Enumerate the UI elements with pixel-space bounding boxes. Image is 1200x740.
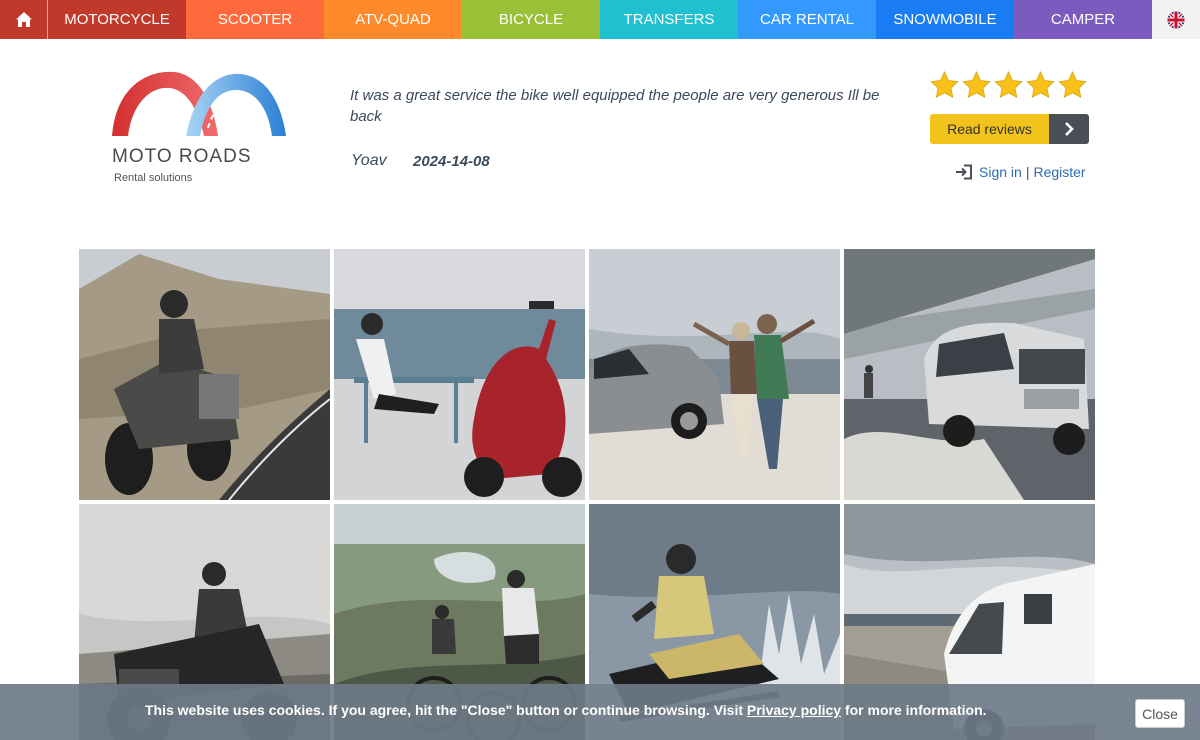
rating-stars bbox=[929, 70, 1088, 101]
logo-wordmark: MOTO ROADS bbox=[112, 146, 252, 167]
read-reviews-button[interactable]: Read reviews bbox=[930, 114, 1089, 144]
logo-tagline: Rental solutions bbox=[114, 172, 193, 184]
auth-separator: | bbox=[1025, 164, 1030, 180]
language-selector[interactable] bbox=[1152, 0, 1200, 39]
auth-links: Sign in | Register bbox=[955, 164, 1086, 180]
nav-motorcycle[interactable]: MOTORCYCLE bbox=[48, 0, 186, 39]
cookie-text-after: for more information. bbox=[841, 702, 987, 718]
nav-transfers[interactable]: TRANSFERS bbox=[600, 0, 738, 39]
sign-in-icon bbox=[956, 164, 972, 180]
privacy-policy-link[interactable]: Privacy policy bbox=[747, 702, 841, 718]
register-link[interactable]: Register bbox=[1033, 164, 1085, 180]
nav-atv-quad[interactable]: ATV-QUAD bbox=[324, 0, 462, 39]
gallery-tile-motorcycle[interactable] bbox=[79, 249, 330, 500]
moto-roads-logo[interactable]: MOTO ROADS Rental solutions bbox=[108, 66, 294, 190]
gallery-tile-car[interactable] bbox=[589, 249, 840, 500]
cookie-close-button[interactable]: Close bbox=[1135, 699, 1185, 728]
star-icon bbox=[1026, 71, 1055, 98]
gallery-tile-van[interactable] bbox=[844, 249, 1095, 500]
nav-car-rental[interactable]: CAR RENTAL bbox=[738, 0, 876, 39]
review-quote: It was a great service the bike well equ… bbox=[350, 87, 880, 125]
star-icon bbox=[1058, 71, 1087, 98]
star-icon bbox=[994, 71, 1023, 98]
uk-flag-icon bbox=[1167, 11, 1185, 28]
home-icon bbox=[15, 12, 32, 27]
nav-snowmobile[interactable]: SNOWMOBILE bbox=[876, 0, 1014, 39]
cookie-banner: This website uses cookies. If you agree,… bbox=[0, 684, 1200, 740]
star-icon bbox=[930, 71, 959, 98]
review-author: Yoav bbox=[351, 152, 387, 169]
nav-scooter[interactable]: SCOOTER bbox=[186, 0, 324, 39]
read-reviews-label: Read reviews bbox=[930, 114, 1049, 144]
cookie-text-before: This website uses cookies. If you agree,… bbox=[145, 702, 747, 718]
chevron-right-icon bbox=[1049, 114, 1089, 144]
sign-in-link[interactable]: Sign in bbox=[979, 164, 1022, 180]
top-navigation: MOTORCYCLE SCOOTER ATV-QUAD BICYCLE TRAN… bbox=[0, 0, 1200, 39]
nav-bicycle[interactable]: BICYCLE bbox=[462, 0, 600, 39]
star-icon bbox=[962, 71, 991, 98]
gallery-tile-scooter[interactable] bbox=[334, 249, 585, 500]
rental-gallery bbox=[79, 249, 1099, 740]
nav-camper[interactable]: CAMPER bbox=[1014, 0, 1152, 39]
home-button[interactable] bbox=[0, 0, 48, 39]
review-date: 2024-14-08 bbox=[413, 153, 490, 170]
cookie-message: This website uses cookies. If you agree,… bbox=[145, 702, 987, 718]
